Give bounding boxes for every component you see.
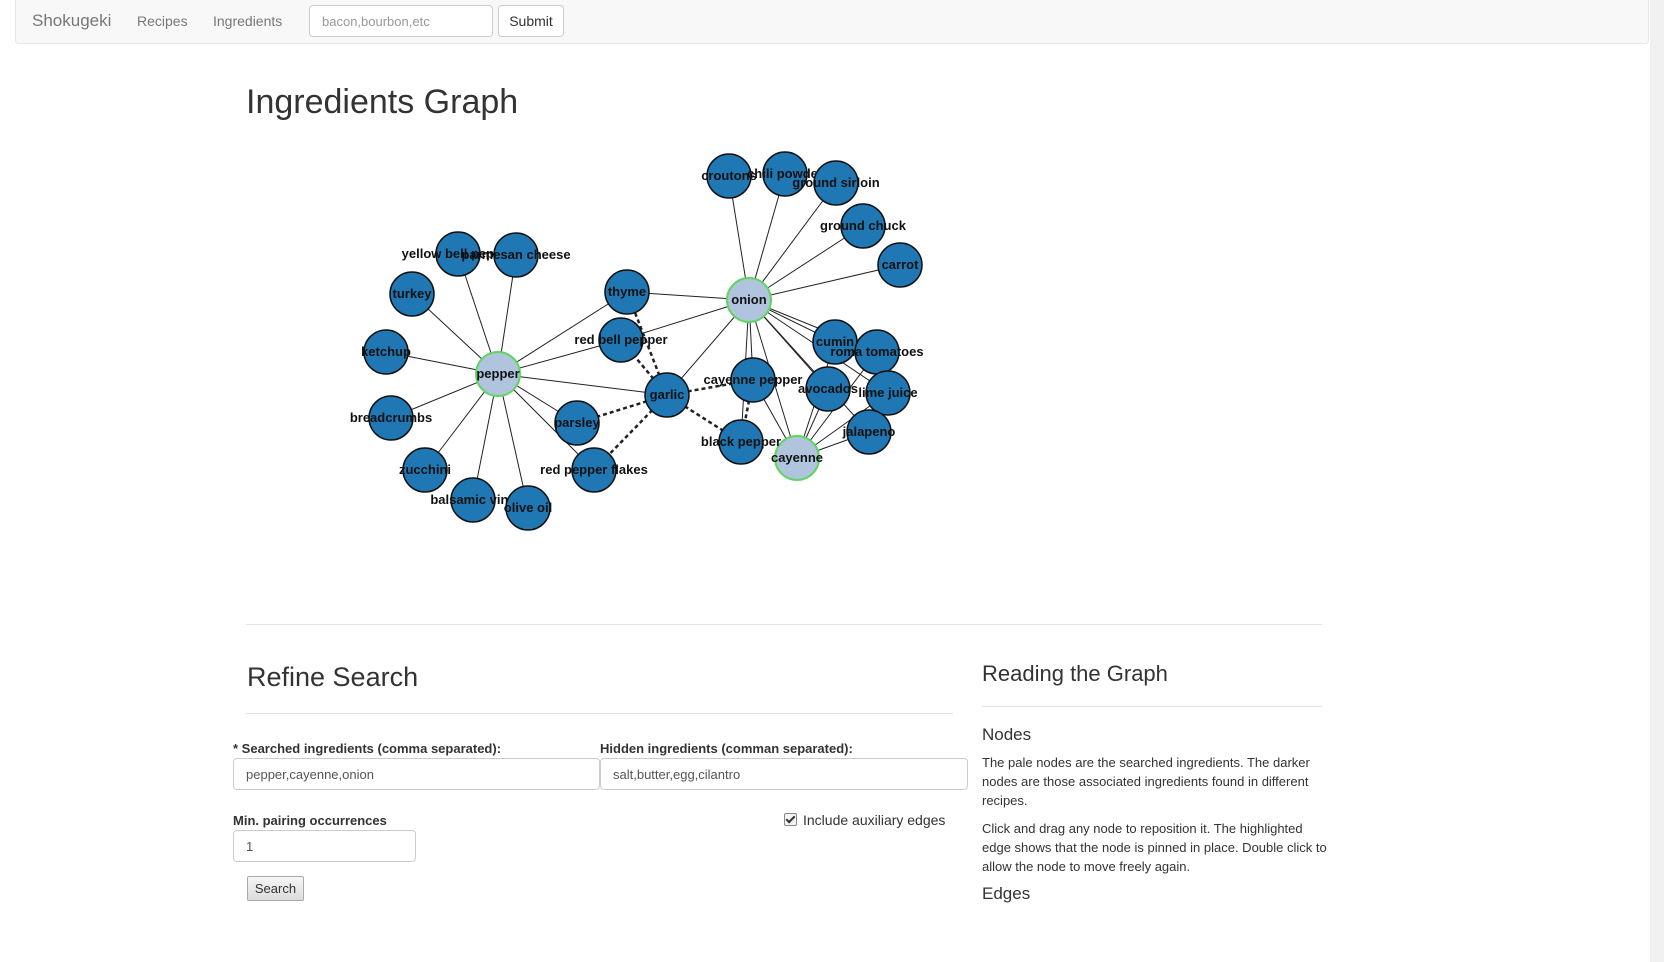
graph-node-label: pepper <box>476 366 519 381</box>
page-title: Ingredients Graph <box>246 83 519 121</box>
nav-submit-button[interactable]: Submit <box>498 5 564 37</box>
graph-node[interactable]: onion <box>726 277 772 323</box>
help-divider <box>982 706 1322 707</box>
edges-heading: Edges <box>982 884 1031 903</box>
brand-link[interactable]: Shokugeki <box>32 11 111 31</box>
nav-link-ingredients[interactable]: Ingredients <box>213 13 282 29</box>
graph-node-label: ketchup <box>361 344 411 359</box>
min-pairing-label: Min. pairing occurrences <box>233 813 387 828</box>
graph-node[interactable]: jalapeno <box>842 409 896 455</box>
refine-divider <box>246 713 953 714</box>
nodes-description: The pale nodes are the searched ingredie… <box>982 755 1310 808</box>
graph-node-label: parmesan cheese <box>461 247 570 262</box>
nav-search-input[interactable] <box>309 5 493 37</box>
graph-node[interactable]: avocados <box>798 366 858 412</box>
graph-node-label: ground chuck <box>820 218 907 233</box>
nodes-heading: Nodes <box>982 725 1032 744</box>
graph-node[interactable]: parsley <box>554 400 601 446</box>
graph-node[interactable]: breadcrumbs <box>350 395 432 441</box>
graph-node-label: carrot <box>882 257 920 272</box>
graph-node-label: thyme <box>608 284 646 299</box>
graph-node[interactable]: black pepper <box>701 419 781 465</box>
aux-edges-option[interactable]: Include auxiliary edges <box>784 812 945 828</box>
graph-node-label: olive oil <box>504 500 552 515</box>
navbar: Shokugeki Recipes Ingredients Submit <box>15 0 1649 44</box>
page-scrollbar[interactable] <box>1650 0 1664 962</box>
graph-node-label: breadcrumbs <box>350 410 432 425</box>
graph-node-label: turkey <box>392 286 432 301</box>
search-button[interactable]: Search <box>247 876 304 901</box>
graph-node-label: lime juice <box>858 385 917 400</box>
searched-ingredients-input[interactable] <box>233 758 600 790</box>
graph-node[interactable]: red pepper flakes <box>540 447 648 493</box>
section-divider <box>246 624 1322 625</box>
graph-node[interactable]: turkey <box>389 271 435 317</box>
reading-graph-title: Reading the Graph <box>982 661 1168 686</box>
graph-node-label: black pepper <box>701 434 781 449</box>
graph-node-label: red pepper flakes <box>540 462 648 477</box>
aux-edges-label: Include auxiliary edges <box>803 812 946 828</box>
graph-node-label: cayenne <box>771 450 823 465</box>
refine-search-title: Refine Search <box>247 662 419 692</box>
graph-node[interactable]: zucchini <box>399 447 451 493</box>
hidden-ingredients-label: Hidden ingredients (comman separated): <box>600 741 853 756</box>
graph-node-label: cayenne pepper <box>704 372 803 387</box>
graph-node-label: avocados <box>798 381 858 396</box>
graph-node[interactable]: ketchup <box>361 329 411 375</box>
graph-node[interactable]: thyme <box>604 269 650 315</box>
graph-node[interactable]: parmesan cheese <box>461 232 571 278</box>
graph-node-label: garlic <box>650 387 685 402</box>
graph-node-label: roma tomatoes <box>830 344 923 359</box>
graph-node[interactable]: cayenne pepper <box>704 357 803 403</box>
aux-edges-checkbox[interactable] <box>784 813 797 826</box>
graph-node-label: red bell pepper <box>574 332 667 347</box>
graph-node[interactable]: carrot <box>877 242 923 288</box>
min-pairing-input[interactable] <box>233 830 416 862</box>
graph-node-label: zucchini <box>399 462 451 477</box>
nodes-drag-help: Click and drag any node to reposition it… <box>982 821 1327 874</box>
ingredients-graph[interactable]: pepper onion cayenne garlic thyme red bell pe… <box>246 140 1246 590</box>
graph-node-label: ground sirloin <box>792 175 879 190</box>
hidden-ingredients-input[interactable] <box>600 758 968 790</box>
graph-node-label: jalapeno <box>842 424 896 439</box>
graph-node[interactable]: red bell pepper <box>574 317 668 363</box>
graph-node[interactable]: pepper <box>475 351 521 397</box>
graph-node[interactable]: ground chuck <box>820 203 907 249</box>
graph-node-label: parsley <box>554 415 600 430</box>
graph-node-label: onion <box>731 292 766 307</box>
searched-ingredients-label: * Searched ingredients (comma separated)… <box>233 741 502 756</box>
graph-edge <box>497 373 668 396</box>
nav-link-recipes[interactable]: Recipes <box>137 13 188 29</box>
graph-node[interactable]: garlic <box>644 372 690 418</box>
